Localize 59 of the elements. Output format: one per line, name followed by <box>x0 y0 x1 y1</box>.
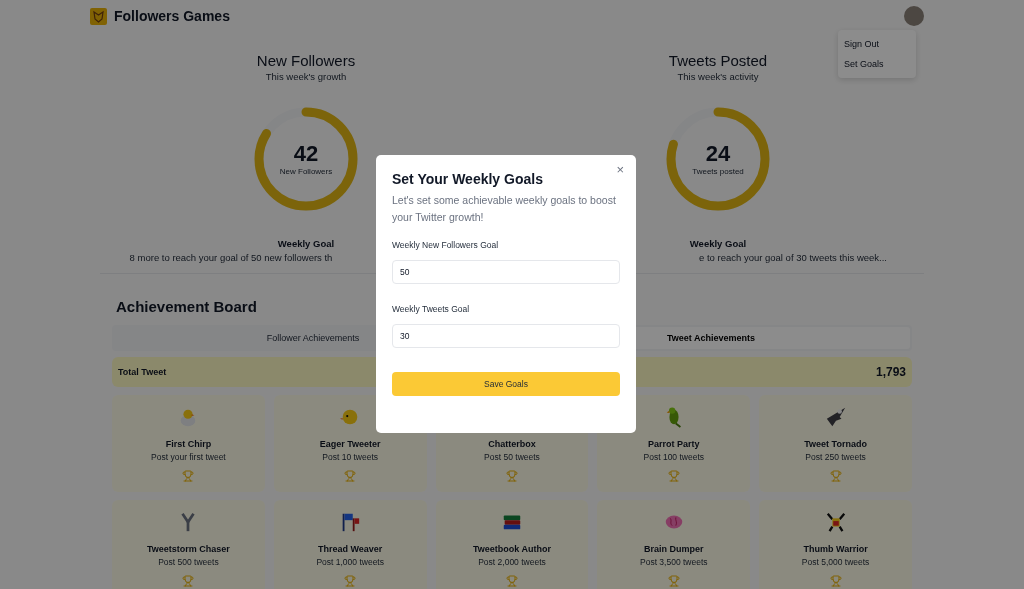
trophy-icon <box>344 470 357 482</box>
achievement-name: Chatterbox <box>488 439 536 449</box>
achievement-name: Tweetstorm Chaser <box>146 544 230 554</box>
app-title: Followers Games <box>114 8 230 24</box>
figure-icon <box>824 511 847 533</box>
achievement-name: Brain Dumper <box>644 544 704 554</box>
trophy-icon <box>182 575 195 587</box>
logo-icon <box>90 7 107 25</box>
achievement-requirement: Post your first tweet <box>151 452 226 462</box>
achievement-name: Thread Weaver <box>318 544 383 554</box>
stat-value: 24 <box>705 142 731 165</box>
dialog-title: Set Your Weekly Goals <box>392 171 544 187</box>
goal-text: e to reach your goal of 30 tweets this week... <box>698 252 888 263</box>
stat-subtitle: This week's activity <box>677 71 759 82</box>
trophy-icon <box>829 575 842 587</box>
trophy-icon <box>182 470 195 482</box>
trophy-icon <box>667 575 680 587</box>
goal-text: 8 more to reach your goal of 50 new followers th <box>128 252 334 263</box>
goal-title: Weekly Goal <box>689 238 747 249</box>
dialog-description: Let's set some achievable weekly goals to boost your Twitter growth! <box>392 193 617 225</box>
achievement-requirement: Post 500 tweets <box>158 557 219 567</box>
achievement-requirement: Post 1,000 tweets <box>316 557 384 567</box>
achievement-name: Thumb Warrior <box>803 544 868 554</box>
trophy-icon <box>344 575 357 587</box>
menu-item[interactable]: Set Goals <box>838 54 916 74</box>
stat-title: New Followers <box>256 52 356 69</box>
goal-title: Weekly Goal <box>277 238 335 249</box>
stat-subtitle: This week's growth <box>265 71 347 82</box>
achievement-requirement: Post 3,500 tweets <box>640 557 708 567</box>
save-button[interactable]: Save Goals <box>392 371 620 396</box>
section-title: Achievement Board <box>116 298 257 315</box>
achievement-requirement: Post 50 tweets <box>484 452 540 462</box>
menu-item[interactable]: Sign Out <box>838 34 916 54</box>
trophy-icon <box>506 575 518 587</box>
user-avatar[interactable] <box>904 6 924 26</box>
stat-unit: Tweets posted <box>692 166 744 176</box>
total-label: Total Tweet <box>118 367 167 377</box>
field-label: Weekly New Followers Goal <box>392 239 500 250</box>
goal-input[interactable]: 30 <box>392 323 620 348</box>
achievement-requirement: Post 5,000 tweets <box>801 557 870 567</box>
achievement-name: Eager Tweeter <box>319 439 381 449</box>
stat-title: Tweets Posted <box>668 52 768 69</box>
achievement-requirement: Post 2,000 tweets <box>478 557 546 567</box>
total-value: 1,793 <box>875 365 906 379</box>
close-button[interactable]: × <box>614 163 626 176</box>
trophy-icon <box>667 470 680 482</box>
achievement-requirement: Post 250 tweets <box>805 452 866 462</box>
stat-value: 42 <box>293 142 319 165</box>
goal-input[interactable]: 50 <box>392 259 620 284</box>
achievement-name: Tweetbook Author <box>473 544 551 554</box>
achievement-name: Parrot Party <box>648 439 700 449</box>
trophy-icon <box>506 470 518 482</box>
achievement-name: Tweet Tornado <box>804 439 867 449</box>
achievement-name: First Chirp <box>165 439 212 449</box>
stat-unit: New Followers <box>279 166 333 176</box>
field-label: Weekly Tweets Goal <box>392 303 471 314</box>
achievement-requirement: Post 100 tweets <box>643 452 705 462</box>
achievement-requirement: Post 10 tweets <box>322 452 379 462</box>
trophy-icon <box>829 470 842 482</box>
